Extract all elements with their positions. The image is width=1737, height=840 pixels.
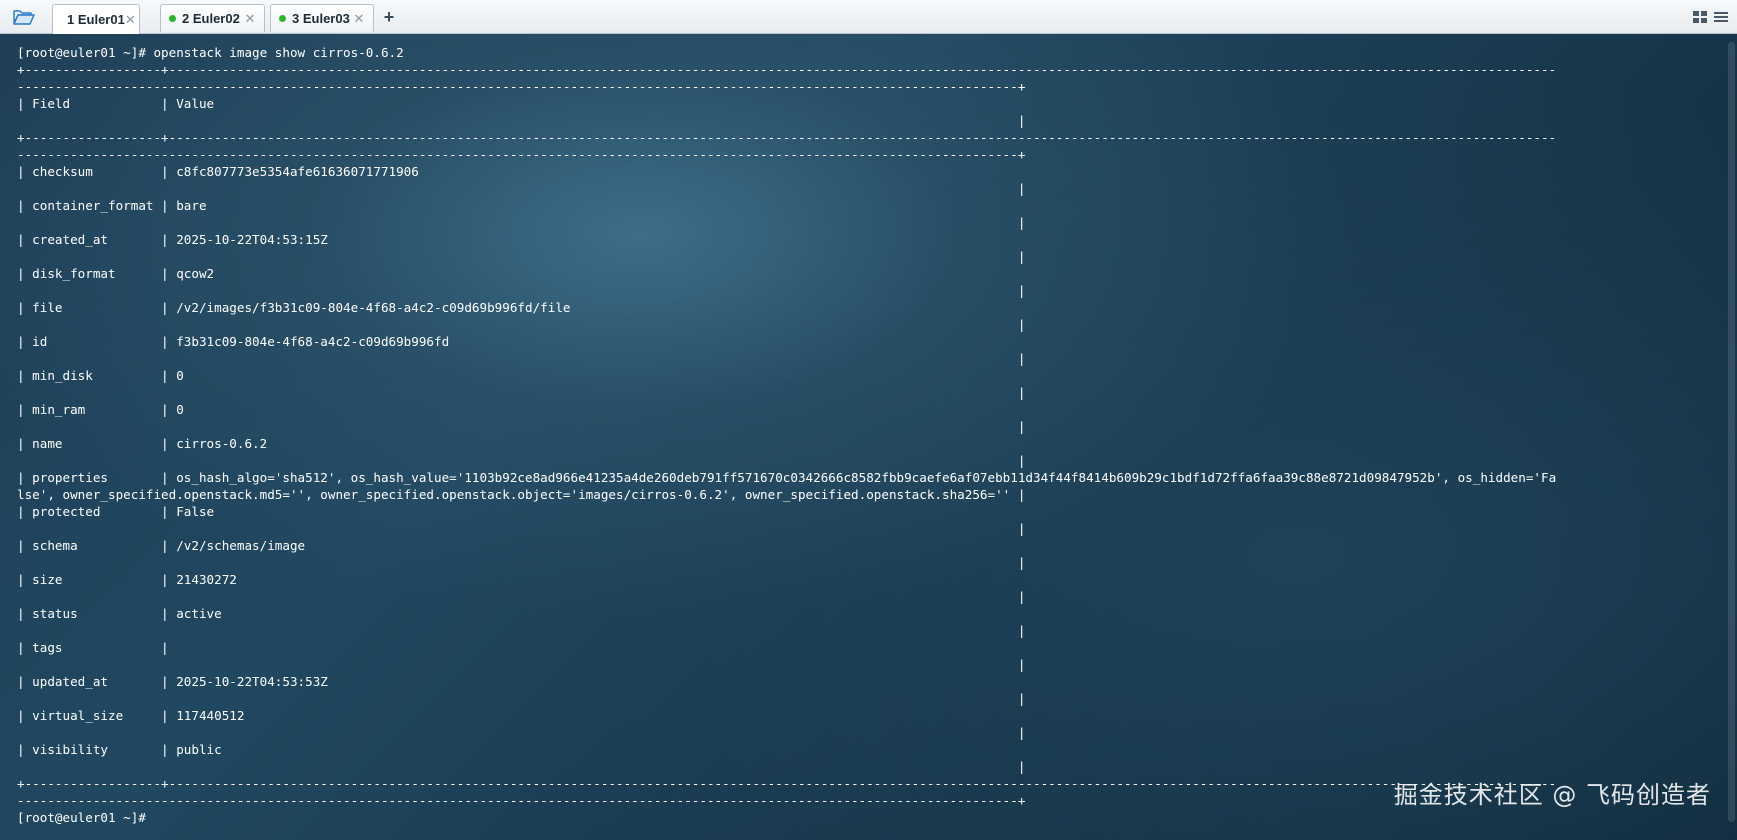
close-icon[interactable]: ✕ (351, 11, 367, 27)
close-icon[interactable]: ✕ (125, 12, 136, 28)
terminal-pane[interactable]: [root@euler01 ~]# openstack image show c… (0, 34, 1737, 840)
watermark-text: 掘金技术社区 @ 飞码创造者 (1393, 781, 1711, 809)
terminal-scrollbar[interactable] (1728, 42, 1735, 822)
tab-label: 2 Euler02 (182, 11, 240, 26)
tab-euler01[interactable]: 1 Euler01 ✕ (52, 4, 140, 34)
tab-euler03[interactable]: 3 Euler03 ✕ (270, 4, 374, 32)
connected-status-icon (169, 15, 176, 22)
tab-label: 3 Euler03 (292, 11, 350, 26)
tab-euler02[interactable]: 2 Euler02 ✕ (160, 4, 265, 32)
close-icon[interactable]: ✕ (242, 11, 258, 27)
tab-bar: 1 Euler01 ✕ 2 Euler02 ✕ 3 Euler03 ✕ + (0, 0, 1737, 34)
tab-label: 1 Euler01 (67, 12, 125, 27)
grid-layout-icon[interactable] (1692, 9, 1708, 25)
menu-icon[interactable] (1713, 9, 1729, 25)
terminal-output: [root@euler01 ~]# openstack image show c… (17, 45, 1557, 825)
open-session-button[interactable] (10, 6, 38, 28)
folder-open-icon (13, 10, 35, 25)
connected-status-icon (279, 15, 286, 22)
plus-icon[interactable]: + (380, 8, 398, 26)
